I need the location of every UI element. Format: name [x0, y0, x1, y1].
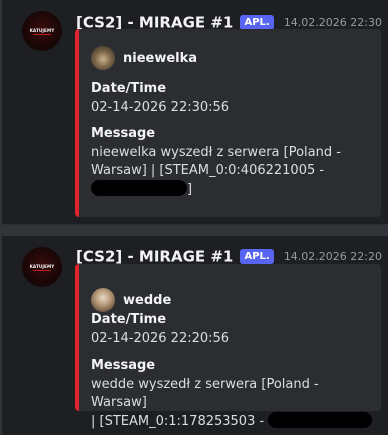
- embed-author-avatar: [91, 46, 115, 70]
- bot-avatar[interactable]: KATUJEMY: [22, 11, 62, 51]
- message-line-2-text: | [STEAM_0:1:178253503 -: [91, 414, 265, 429]
- timestamp[interactable]: 14.02.2026 22:20: [284, 250, 382, 263]
- message-line-3-end: ]: [187, 182, 193, 197]
- timestamp[interactable]: 14.02.2026 22:30: [284, 16, 382, 29]
- app-tag: APL.: [240, 15, 274, 30]
- avatar-logo-text: KATUJEMY: [29, 28, 55, 33]
- message-line-1: wedde wyszedł z serwera [Poland - Warsaw…: [91, 377, 319, 410]
- embed: wedde Date/Time 02-14-2026 22:20:56 Mess…: [75, 264, 381, 429]
- message-line-2: Warsaw] | [STEAM_0:0:406221005 -: [91, 163, 325, 178]
- message-2[interactable]: KATUJEMY [CS2] - MIRAGE #1 APL. 14.02.20…: [2, 236, 388, 435]
- message-1[interactable]: KATUJEMY [CS2] - MIRAGE #1 APL. 14.02.20…: [2, 0, 388, 225]
- app-tag: APL.: [240, 249, 274, 264]
- bot-avatar[interactable]: KATUJEMY: [22, 247, 62, 287]
- field-value-message: nieewelka wyszedł z serwera [Poland - Wa…: [91, 144, 375, 199]
- avatar-logo-text: KATUJEMY: [29, 264, 55, 269]
- embed-author-name: wedde: [123, 292, 172, 308]
- message-header: [CS2] - MIRAGE #1 APL. 14.02.2026 22:20: [76, 246, 382, 266]
- avatar-logo-underline: [33, 270, 51, 271]
- message-line-3: ]: [91, 180, 375, 199]
- embed-author: nieewelka: [91, 46, 197, 70]
- field-name-datetime: Date/Time: [91, 312, 167, 327]
- field-name-message: Message: [91, 358, 156, 373]
- field-name-datetime: Date/Time: [91, 81, 167, 96]
- redacted-block: [91, 180, 187, 196]
- field-value-message: wedde wyszedł z serwera [Poland - Warsaw…: [91, 376, 375, 431]
- embed-author-avatar: [91, 288, 115, 312]
- redacted-block: [268, 412, 373, 428]
- message-line-1: nieewelka wyszedł z serwera [Poland -: [91, 145, 341, 160]
- embed-author-name: nieewelka: [123, 50, 198, 66]
- embed-author: wedde: [91, 288, 171, 312]
- field-name-message: Message: [91, 126, 156, 141]
- embed: nieewelka Date/Time 02-14-2026 22:30:56 …: [75, 29, 381, 217]
- message-line-2: | [STEAM_0:1:178253503 -: [91, 412, 375, 431]
- avatar-logo-underline: [33, 34, 51, 35]
- field-value-datetime: 02-14-2026 22:30:56: [91, 100, 230, 115]
- field-value-datetime: 02-14-2026 22:20:56: [91, 331, 230, 346]
- author-name[interactable]: [CS2] - MIRAGE #1: [76, 248, 233, 266]
